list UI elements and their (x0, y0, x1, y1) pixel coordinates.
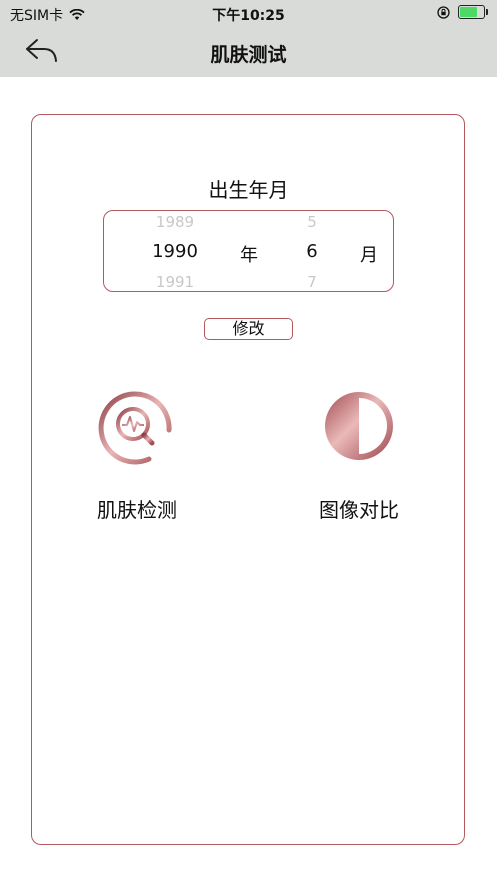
battery-level-fill (460, 7, 477, 17)
year-next-option: 1991 (155, 273, 195, 291)
half-circle-compare-icon (325, 392, 393, 460)
birth-date-label: 出生年月 (208, 178, 289, 202)
skin-scan-icon (98, 391, 172, 465)
image-compare-label: 图像对比 (319, 498, 399, 522)
battery-icon (458, 5, 488, 19)
month-unit: 月 (360, 245, 378, 266)
month-prev-option: 5 (307, 213, 317, 231)
month-picker-column[interactable]: 5 6 7 (297, 211, 327, 291)
skin-detect-button[interactable]: 肌肤检测 (57, 386, 217, 523)
navigation-bar: 肌肤测试 (0, 26, 497, 77)
orientation-lock-icon (437, 5, 450, 19)
battery-cap (486, 9, 488, 15)
status-bar: 无SIM卡 下午10:25 (0, 0, 497, 26)
skin-detect-label: 肌肤检测 (97, 498, 177, 522)
year-prev-option: 1989 (155, 213, 195, 231)
page-title: 肌肤测试 (210, 44, 287, 66)
image-compare-button[interactable]: 图像对比 (279, 386, 439, 523)
year-unit: 年 (240, 245, 258, 266)
birth-date-picker[interactable]: 1989 1990 1991 年 5 6 7 月 (103, 210, 394, 292)
month-next-option: 7 (307, 273, 317, 291)
status-time: 下午10:25 (212, 8, 285, 24)
year-unit-column: 年 (234, 211, 264, 291)
month-value: 6 (306, 241, 318, 262)
status-right (437, 5, 488, 19)
month-unit-column: 月 (354, 211, 384, 291)
year-picker-column[interactable]: 1989 1990 1991 (144, 211, 206, 291)
modify-button[interactable]: 修改 (204, 318, 293, 340)
year-value: 1990 (152, 241, 198, 262)
